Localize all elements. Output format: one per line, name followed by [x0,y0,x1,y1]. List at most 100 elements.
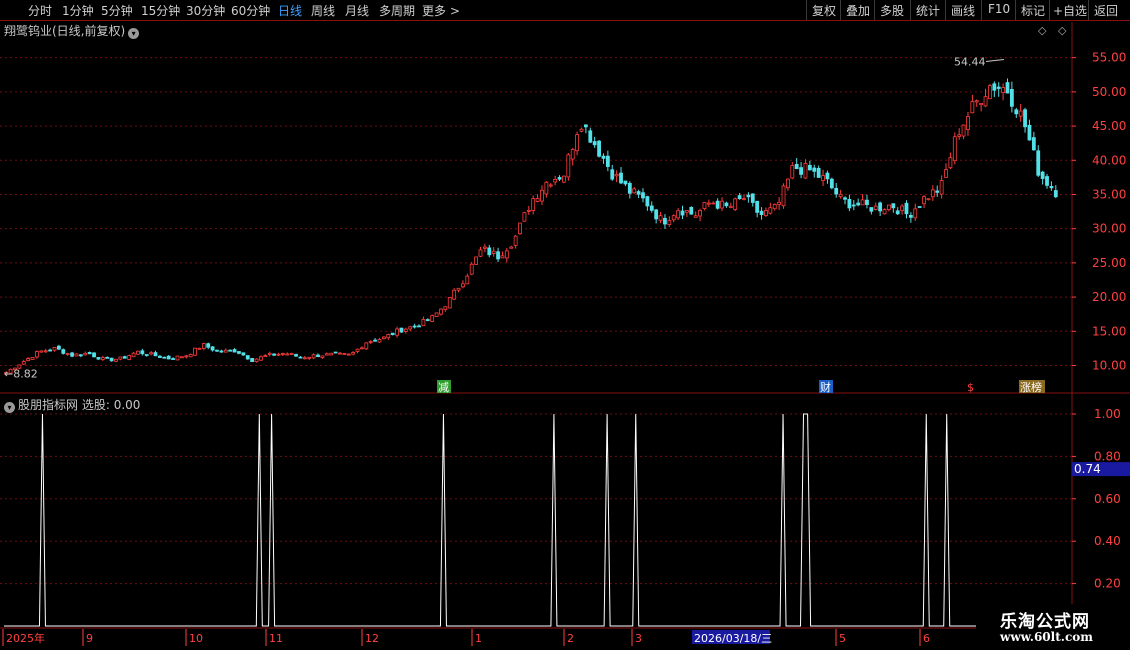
candle-body [188,353,193,358]
candle-body [689,206,694,215]
candle-body [742,198,746,200]
x-cursor-label: 2026/03/18/三 [694,632,772,645]
chevron-down-icon[interactable]: ▾ [4,402,15,413]
candle-body [434,312,439,317]
candle-body [1036,150,1041,176]
candle-body [280,353,285,355]
candle-body [557,177,562,180]
candle-body [417,325,421,328]
candle-body [724,202,729,207]
event-marker: $ [967,381,974,394]
candle-body [254,358,259,363]
candle-body [447,297,452,309]
candle-body [641,192,645,199]
candle-body [193,347,197,356]
candle-body [904,202,909,215]
candle-body [461,283,465,288]
candle-body [223,349,228,353]
candle-body [386,334,391,339]
candle-body [482,246,487,249]
candle-body [755,200,760,213]
candle-body [658,215,663,221]
candle-body [250,358,255,363]
candle-body [342,353,347,355]
candle-body [746,194,751,198]
candle-body [96,357,101,360]
candle-body [364,342,369,350]
y-tick-label: 40.00 [1092,153,1126,167]
candle-body [908,215,913,218]
candle-body [983,96,988,107]
candle-body [272,353,276,356]
candle-body [944,169,948,178]
candle-body [166,355,171,360]
candle-body [320,355,325,358]
candle-body [48,349,53,352]
chevron-down-icon[interactable]: ▾ [128,28,140,39]
candle-body [478,249,483,257]
candle-body [1014,109,1019,115]
candle-body [513,235,518,246]
candle-body [114,358,118,362]
candle-body [351,352,356,355]
candle-body [316,354,320,358]
y-tick-label: 25.00 [1092,256,1126,270]
candle-body [935,190,940,193]
candle-body [403,328,408,332]
candle-body [487,247,492,256]
candle-body [412,325,417,328]
candle-body [777,201,782,205]
high-arrow [985,59,1005,63]
signal-line [4,413,1070,627]
candle-body [562,175,566,183]
candle-body [509,246,514,249]
event-marker: 财 [820,380,831,394]
candle-body [926,198,931,201]
candle-body [381,336,386,339]
candle-body [127,355,132,360]
candle-body [452,289,457,300]
candle-body [439,308,443,315]
indicator-title[interactable]: ▾ 股朋指标网 选股: 0.00 [4,396,140,413]
candle-body [834,187,839,195]
candle-body [632,188,637,194]
candle-body [706,202,711,205]
x-tick-label: 11 [269,632,283,645]
candle-body [781,185,786,207]
candle-body [377,339,382,343]
candle-body [772,204,777,210]
candle-body [952,136,957,162]
candle-body [693,215,698,218]
candle-body [698,209,702,217]
candle-body [232,349,237,353]
indicator-label: 选股: [81,398,110,412]
candle-body [807,164,812,171]
candle-body [184,355,189,358]
chart-canvas[interactable]: 55.0050.0045.0040.0035.0030.0025.0020.00… [0,0,1130,650]
indicator-tick-label: 1.00 [1094,407,1121,421]
candle-body [878,202,883,212]
candle-body [149,352,154,355]
candle-body [737,195,742,200]
candle-body [614,174,619,177]
indicator-value: 0.00 [113,398,141,412]
candle-body [1040,171,1045,179]
candle-body [966,116,970,130]
candle-body [100,357,105,360]
x-tick-label: 2 [567,632,574,645]
x-tick-label: 12 [365,632,379,645]
candle-body [663,217,667,225]
candle-body [860,199,865,206]
watermark-title: 乐淘公式网 [1000,612,1090,632]
candle-body [267,352,272,355]
candle-body [900,205,904,212]
candle-body [786,178,790,189]
main-chart-title[interactable]: 翔鹭钨业(日线,前复权) ▾ [4,22,140,39]
candle-body [333,351,338,354]
candle-body [790,165,795,179]
candle-body [851,204,856,207]
candle-body [592,141,597,146]
candle-body [913,208,918,219]
candle-body [1005,82,1010,94]
candle-body [43,350,48,353]
